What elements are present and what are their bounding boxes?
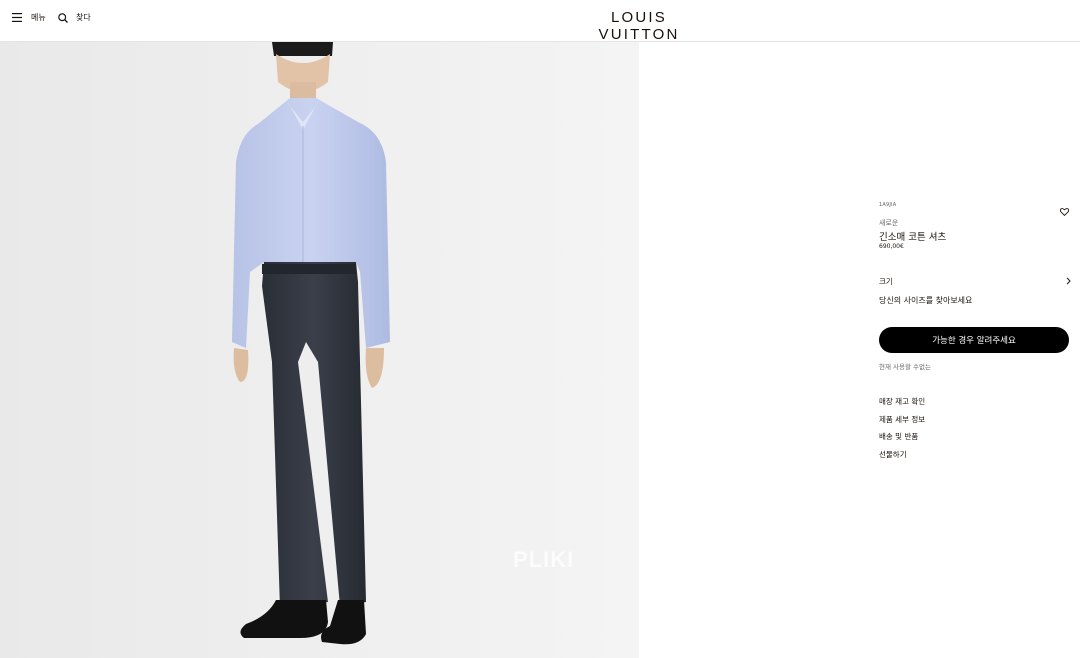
chevron-right-icon	[1066, 277, 1071, 285]
site-header: 메뉴 찾다 LOUIS VUITTON	[0, 0, 1080, 43]
hamburger-icon	[12, 13, 22, 22]
product-price: 690,00€	[879, 243, 904, 250]
link-product-details[interactable]: 제품 세부 정보	[879, 414, 925, 432]
new-badge: 새로운	[879, 219, 899, 227]
watermark: PLIKI	[513, 547, 575, 572]
link-shipping-returns[interactable]: 배송 및 반품	[879, 431, 925, 449]
product-title: 긴소매 코튼 셔츠	[879, 232, 947, 243]
magnifier-icon	[58, 12, 68, 23]
availability-status: 현재 사용할 수없는	[879, 363, 931, 371]
link-store-stock[interactable]: 매장 재고 확인	[879, 396, 925, 414]
search-label: 찾다	[76, 13, 91, 22]
wishlist-button[interactable]	[1059, 201, 1070, 220]
heart-icon	[1059, 208, 1070, 217]
search-button[interactable]: 찾다	[58, 12, 91, 23]
menu-label: 메뉴	[31, 13, 46, 22]
size-label: 크기	[879, 277, 893, 286]
find-size-link[interactable]: 당신의 사이즈를 찾아보세요	[879, 295, 972, 306]
notify-me-button[interactable]: 가능한 경우 알려주세요	[879, 327, 1069, 353]
size-selector[interactable]: 크기	[879, 276, 1071, 288]
link-gift[interactable]: 선물하기	[879, 449, 925, 467]
menu-button[interactable]: 메뉴	[12, 12, 46, 23]
product-sku: 1A9JIA	[879, 202, 897, 208]
brand-logo[interactable]: LOUIS VUITTON	[576, 9, 702, 43]
product-image: PLIKI	[0, 42, 639, 658]
product-links: 매장 재고 확인 제품 세부 정보 배송 및 반품 선물하기	[879, 396, 925, 466]
